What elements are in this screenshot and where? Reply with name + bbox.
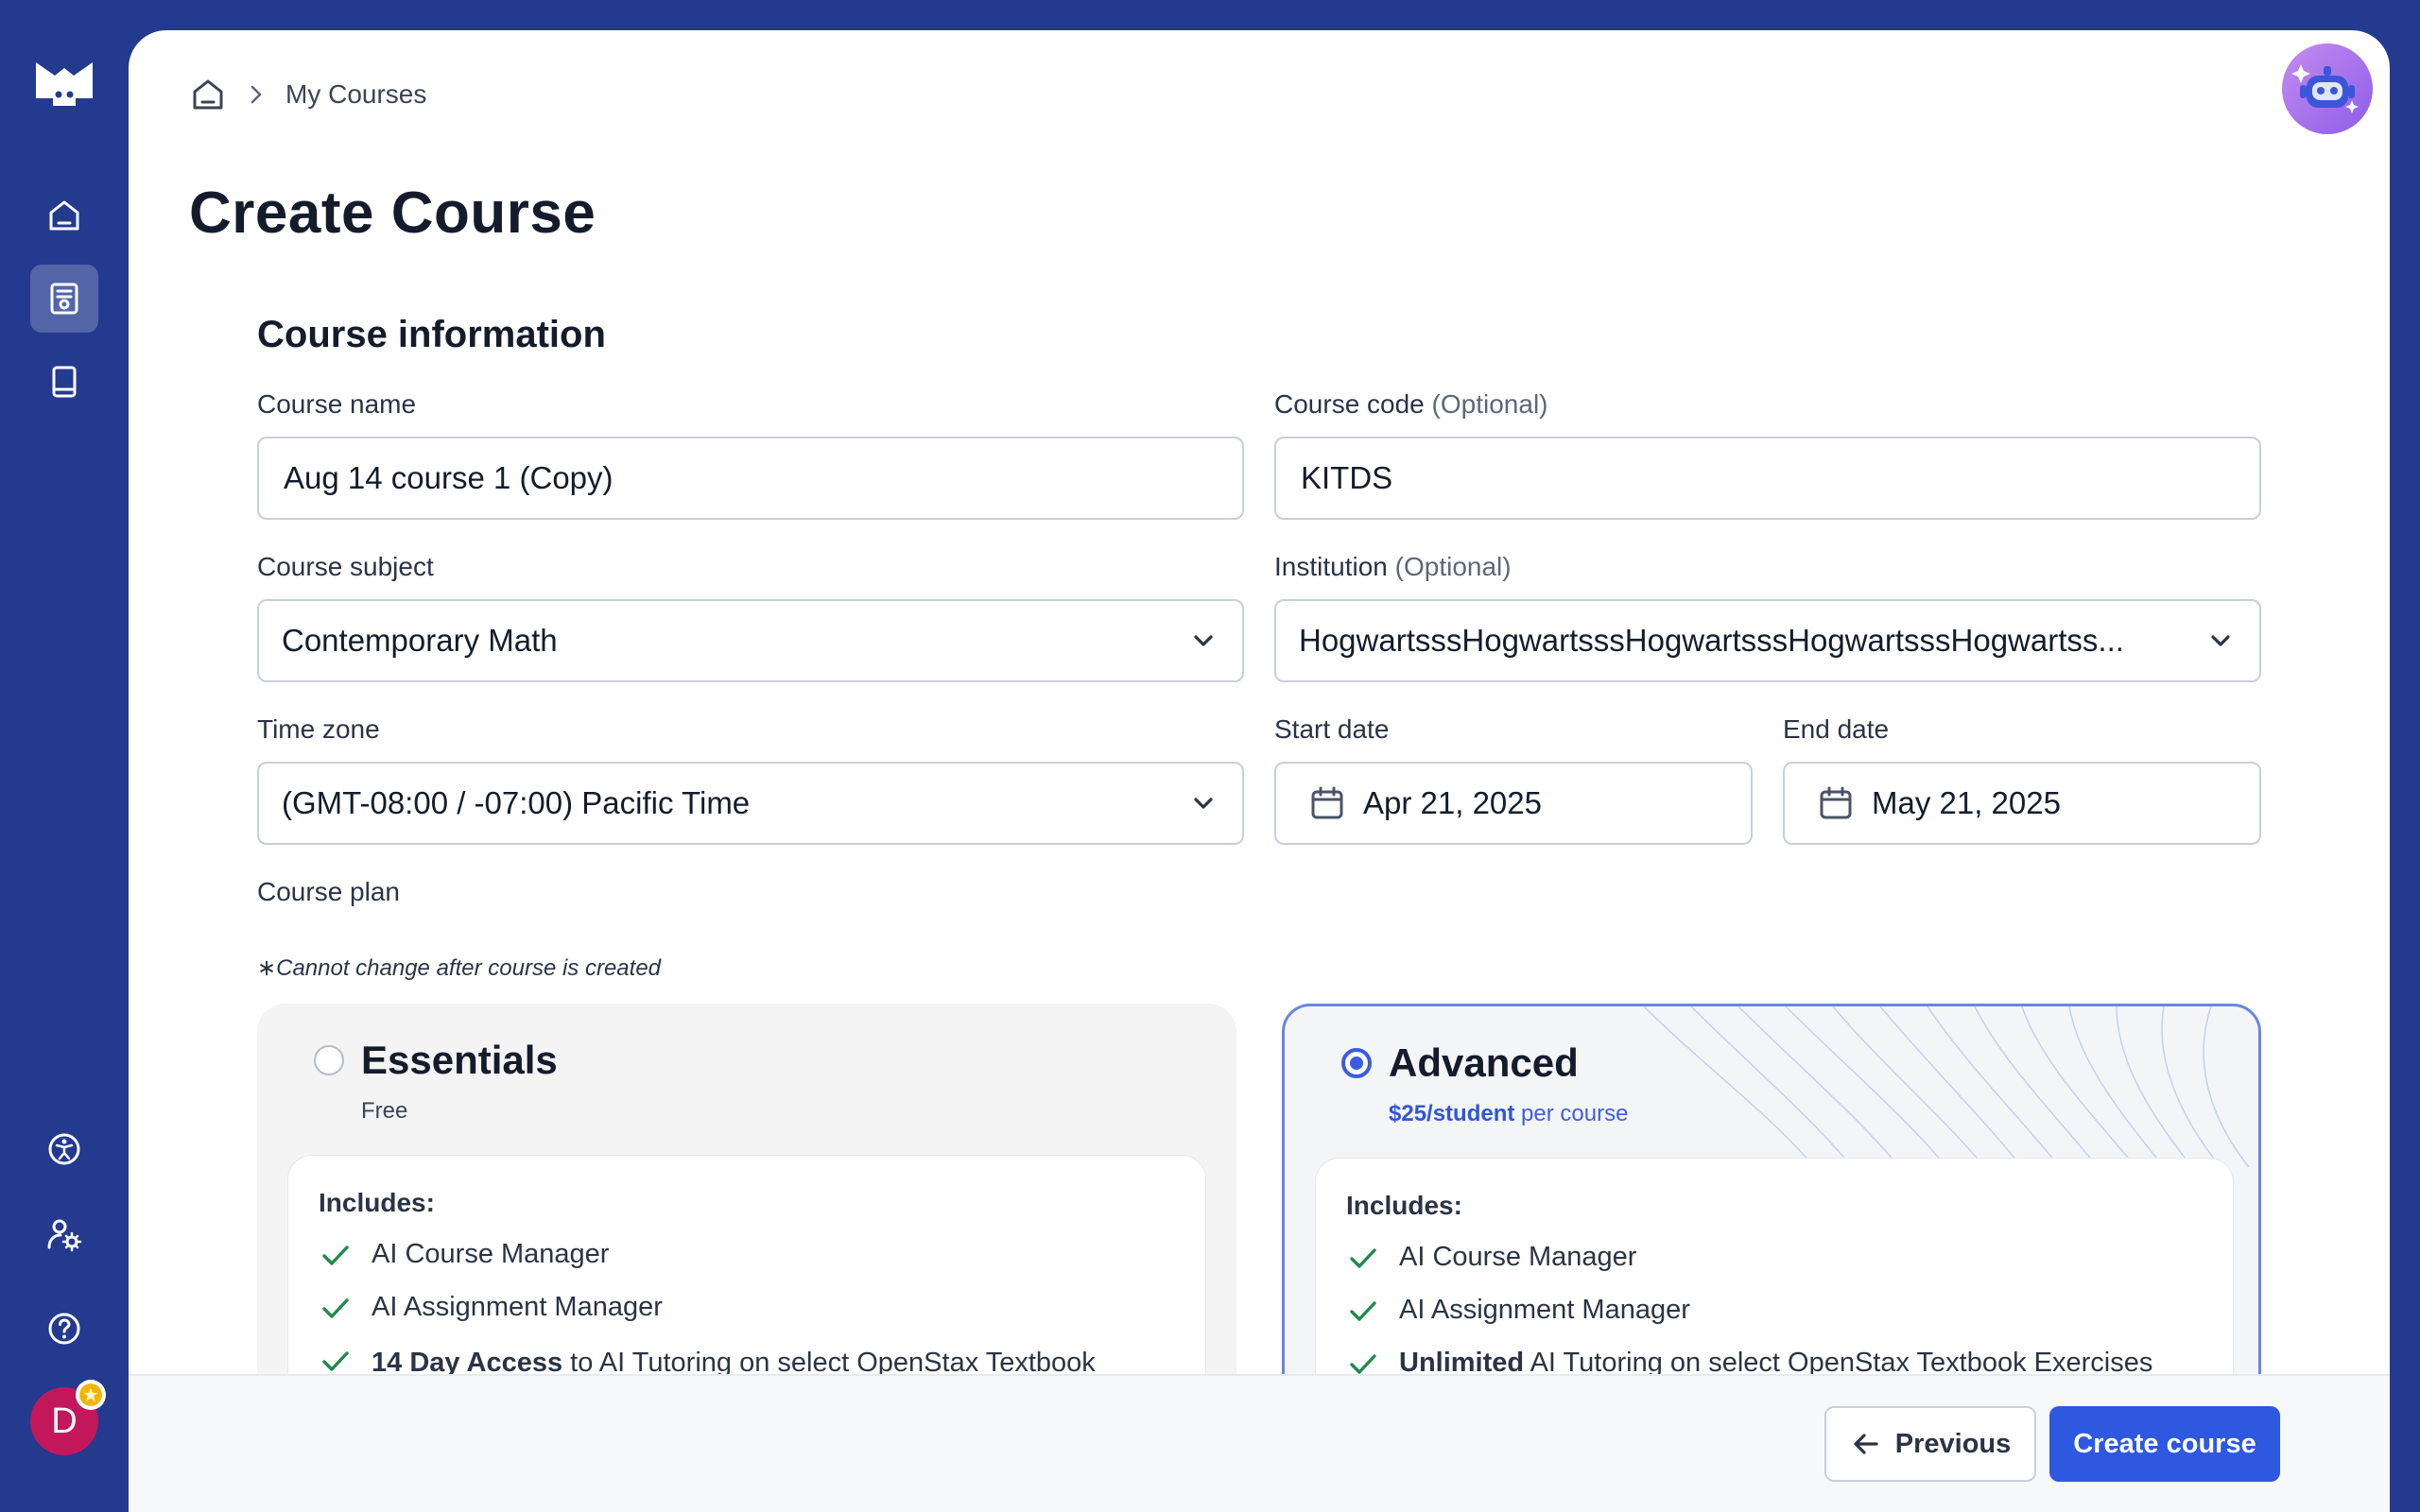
- start-date-value: Apr 21, 2025: [1363, 785, 1542, 820]
- check-icon: [319, 1239, 353, 1273]
- user-gear-icon: [45, 1215, 83, 1253]
- time-zone-label: Time zone: [257, 714, 380, 745]
- feature-item: AI Course Manager: [319, 1239, 1169, 1273]
- course-plan-note: ∗Cannot change after course is created: [257, 955, 662, 981]
- time-zone-label-text: Time zone: [257, 714, 380, 744]
- course-subject-select[interactable]: Contemporary Math: [257, 599, 1244, 682]
- end-date-input[interactable]: May 21, 2025: [1783, 762, 2261, 845]
- plan-price-unit: per course: [1514, 1101, 1629, 1126]
- feature-text: AI Assignment Manager: [1399, 1295, 1690, 1325]
- course-subject-value: Contemporary Math: [282, 623, 558, 658]
- plan-price: $25/student per course: [1389, 1101, 1628, 1127]
- course-code-label-text: Course code: [1274, 389, 1425, 419]
- breadcrumb-my-courses[interactable]: My Courses: [285, 79, 426, 110]
- optional-tag: (Optional): [1394, 552, 1512, 581]
- course-certificate-icon: [45, 280, 83, 318]
- start-date-label-text: Start date: [1274, 714, 1390, 744]
- course-subject-label: Course subject: [257, 552, 434, 582]
- course-name-label-text: Course name: [257, 389, 417, 419]
- sidebar: D: [0, 0, 129, 1512]
- help-circle-icon: [45, 1310, 83, 1348]
- check-icon: [1346, 1242, 1380, 1276]
- create-course-button-label: Create course: [2073, 1428, 2256, 1459]
- course-code-value: KITDS: [1301, 460, 1393, 495]
- course-name-input[interactable]: Aug 14 course 1 (Copy): [257, 437, 1244, 520]
- ai-assistant-robot-icon[interactable]: [2282, 43, 2373, 134]
- section-title: Course information: [257, 314, 606, 355]
- feature-item: AI Assignment Manager: [319, 1292, 1169, 1326]
- nav-home-button[interactable]: [30, 181, 98, 249]
- start-date-label: Start date: [1274, 714, 1389, 745]
- end-date-value: May 21, 2025: [1872, 785, 2061, 820]
- check-icon: [319, 1292, 353, 1326]
- includes-title: Includes:: [1346, 1191, 1462, 1220]
- arrow-left-icon: [1850, 1428, 1895, 1460]
- previous-button-label: Previous: [1894, 1428, 2012, 1459]
- previous-button[interactable]: Previous: [1824, 1406, 2036, 1482]
- course-plan-label-text: Course plan: [257, 877, 400, 906]
- course-code-input[interactable]: KITDS: [1274, 437, 2261, 520]
- star-badge-icon: [76, 1380, 106, 1410]
- chevron-down-icon: [1187, 787, 1219, 819]
- help-button[interactable]: [30, 1295, 98, 1363]
- plan-radio-essentials[interactable]: [314, 1045, 344, 1075]
- feature-text: AI Course Manager: [1399, 1242, 1637, 1272]
- plan-price-amount: $25/student: [1389, 1101, 1515, 1126]
- nav-courses-button[interactable]: [30, 265, 98, 333]
- user-settings-button[interactable]: [30, 1200, 98, 1268]
- course-subject-label-text: Course subject: [257, 552, 434, 581]
- start-date-input[interactable]: Apr 21, 2025: [1274, 762, 1753, 845]
- course-code-label: Course code (Optional): [1274, 389, 1547, 420]
- plan-name: Essentials: [361, 1038, 558, 1082]
- end-date-label: End date: [1783, 714, 1889, 745]
- institution-label: Institution (Optional): [1274, 552, 1512, 582]
- app-logo-icon[interactable]: [34, 57, 95, 110]
- calendar-icon: [1817, 784, 1855, 822]
- breadcrumb: My Courses: [189, 68, 426, 121]
- plan-radio-advanced[interactable]: [1341, 1048, 1372, 1078]
- course-plan-label: Course plan: [257, 877, 400, 907]
- feature-item: AI Course Manager: [1346, 1242, 2197, 1276]
- accessibility-button[interactable]: [30, 1115, 98, 1183]
- feature-text: AI Assignment Manager: [372, 1292, 663, 1322]
- includes-title: Includes:: [319, 1188, 435, 1217]
- home-icon[interactable]: [189, 76, 227, 113]
- nav-library-button[interactable]: [30, 348, 98, 416]
- feature-text: AI Course Manager: [372, 1239, 610, 1269]
- book-icon: [45, 363, 83, 401]
- institution-select[interactable]: HogwartsssHogwartsssHogwartsssHogwartsss…: [1274, 599, 2261, 682]
- decorative-wave-pattern: [1643, 1006, 2250, 1167]
- course-name-label: Course name: [257, 389, 416, 420]
- avatar-initial: D: [51, 1400, 78, 1441]
- check-icon: [1346, 1295, 1380, 1329]
- feature-item: AI Assignment Manager: [1346, 1295, 2197, 1329]
- time-zone-value: (GMT-08:00 / -07:00) Pacific Time: [282, 785, 751, 820]
- plan-name: Advanced: [1389, 1040, 1579, 1085]
- page-title: Create Course: [189, 180, 596, 246]
- end-date-label-text: End date: [1783, 714, 1890, 744]
- chevron-down-icon: [1187, 625, 1219, 657]
- institution-label-text: Institution: [1274, 552, 1388, 581]
- create-course-button[interactable]: Create course: [2049, 1406, 2280, 1482]
- optional-tag: (Optional): [1431, 389, 1548, 419]
- chevron-right-icon: [244, 82, 268, 107]
- plan-price: Free: [361, 1098, 408, 1124]
- home-icon: [45, 197, 83, 234]
- calendar-icon: [1308, 784, 1346, 822]
- institution-value: HogwartsssHogwartsssHogwartsssHogwartsss…: [1299, 623, 2124, 658]
- chevron-down-icon: [2204, 625, 2237, 657]
- course-name-value: Aug 14 course 1 (Copy): [284, 460, 614, 495]
- time-zone-select[interactable]: (GMT-08:00 / -07:00) Pacific Time: [257, 762, 1244, 845]
- accessibility-icon: [45, 1130, 83, 1168]
- footer-bar: Previous Create course: [129, 1374, 2390, 1512]
- main-panel: My Courses Create Course Course informat…: [129, 30, 2390, 1512]
